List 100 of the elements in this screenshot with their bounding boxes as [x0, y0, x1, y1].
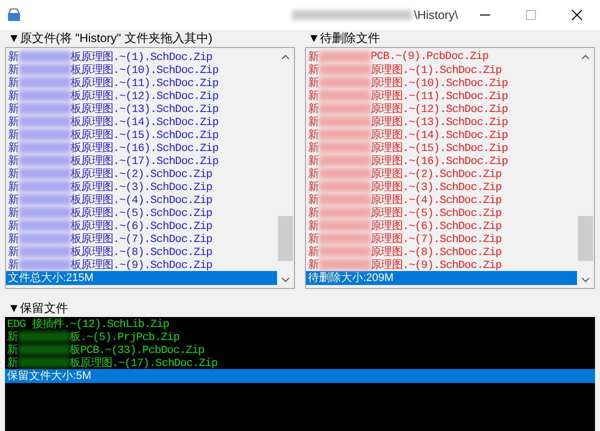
file-name: 新 — [308, 114, 319, 129]
blurred-region — [318, 142, 371, 153]
file-name: 新 — [8, 192, 19, 207]
file-name: 新 — [308, 180, 319, 194]
file-name: 原理图.~(15).SchDoc.Zip — [370, 141, 508, 155]
scroll-thumb[interactable] — [578, 216, 593, 261]
file-name: 原理图.~(12).SchDoc.Zip — [370, 102, 508, 116]
file-name: 板原理图.~(4).SchDoc.Zip — [70, 193, 212, 207]
file-name: 原理图.~(2).SchDoc.Zip — [370, 167, 502, 181]
blurred-region — [318, 90, 371, 101]
file-name: 新 — [8, 128, 19, 142]
file-name: 新 — [8, 244, 19, 259]
blurred-region — [18, 77, 71, 88]
file-name: 新 — [308, 128, 319, 142]
scroll-up-icon[interactable] — [581, 54, 590, 60]
section-label: ▼待删除文件 — [307, 30, 380, 47]
app-icon — [6, 7, 22, 23]
file-name: 板原理图.~(17).SchDoc.Zip — [70, 356, 218, 370]
blurred-region — [18, 181, 71, 192]
blurred-region — [18, 344, 70, 355]
file-name: EDG 接插件.~(12).SchLib.Zip — [7, 316, 170, 331]
blurred-region — [318, 155, 371, 166]
file-name: 新 — [7, 356, 18, 370]
file-name: 板原理图.~(9).SchDoc.Zip — [70, 258, 212, 272]
scroll-down-icon[interactable] — [281, 276, 290, 282]
blurred-region — [318, 77, 371, 88]
blurred-region — [18, 194, 71, 205]
section-label: ▼原文件(将 "History" 文件夹拖入其中) — [7, 30, 212, 47]
file-name: 新 — [308, 50, 319, 64]
file-name: 原理图.~(14).SchDoc.Zip — [370, 128, 508, 142]
file-name: 新 — [308, 258, 319, 272]
file-name: 板原理图.~(1).SchDoc.Zip — [70, 50, 212, 64]
file-name: 新 — [308, 76, 319, 90]
size-summary[interactable]: 文件总大小:215M — [6, 271, 277, 285]
file-name: 新 — [8, 76, 19, 90]
file-name: 板原理图.~(17).SchDoc.Zip — [70, 154, 218, 168]
file-name: 新 — [7, 342, 18, 357]
file-name: 板原理图.~(7).SchDoc.Zip — [70, 232, 212, 246]
close-icon[interactable] — [571, 9, 583, 21]
blurred-region — [18, 220, 71, 231]
blurred-region — [18, 64, 71, 75]
blurred-region — [318, 129, 371, 140]
scroll-up-icon[interactable] — [281, 54, 290, 60]
file-name: 板.~(5).PrjPcb.Zip — [70, 330, 180, 344]
section-label: ▼保留文件 — [7, 300, 68, 317]
file-name: 板PCB.~(33).PcbDoc.Zip — [70, 343, 204, 357]
file-name: PCB.~(9).PcbDoc.Zip — [370, 50, 488, 62]
file-name: 新 — [8, 88, 19, 103]
file-name: 新 — [8, 258, 19, 272]
blurred-region — [18, 331, 70, 342]
scroll-thumb[interactable] — [278, 216, 293, 261]
blurred-region — [18, 129, 71, 140]
file-name: 板原理图.~(8).SchDoc.Zip — [70, 245, 212, 259]
file-name: 板原理图.~(13).SchDoc.Zip — [70, 102, 218, 116]
file-name: 新 — [308, 232, 319, 246]
blurred-region — [18, 259, 71, 270]
file-list[interactable] — [5, 47, 295, 289]
size-summary[interactable]: 待删除大小:209M — [306, 271, 577, 285]
file-name: 原理图.~(6).SchDoc.Zip — [370, 219, 502, 233]
file-name: 板原理图.~(16).SchDoc.Zip — [70, 141, 218, 155]
blurred-region — [318, 103, 371, 114]
file-name: 新 — [308, 206, 319, 220]
file-name: 板原理图.~(10).SchDoc.Zip — [70, 63, 218, 77]
size-summary[interactable]: 保留文件大小:5M — [5, 369, 595, 383]
file-name: 新 — [308, 88, 319, 103]
file-list[interactable]: EDG 接插件.~(12).SchLib.Zip 新 板.~(5).PrjPcb.Zip 新 板PCB.~(33).PcbDoc.Zip 新 板原理图.~(17).SchDoc.Zip 保留文件大小:5M — [5, 317, 595, 431]
scroll-down-icon[interactable] — [581, 276, 590, 282]
file-list[interactable] — [305, 47, 595, 289]
file-name: 新 — [8, 232, 19, 246]
file-name: 板原理图.~(3).SchDoc.Zip — [70, 180, 212, 194]
file-name: 原理图.~(13).SchDoc.Zip — [370, 115, 508, 129]
file-name: 新 — [8, 180, 19, 194]
blurred-region — [18, 207, 71, 218]
blurred-region — [318, 168, 371, 179]
file-name: 原理图.~(8).SchDoc.Zip — [370, 245, 502, 259]
blurred-region — [318, 181, 371, 192]
blurred-region — [18, 168, 71, 179]
file-name: 原理图.~(10).SchDoc.Zip — [370, 76, 508, 90]
blurred-region — [18, 357, 70, 368]
blurred-region — [318, 259, 371, 270]
file-name: 新 — [308, 192, 319, 207]
file-name: 新 — [308, 62, 319, 77]
file-name: 新 — [308, 140, 319, 155]
blurred-region — [318, 116, 371, 127]
blurred-region — [318, 207, 371, 218]
window-title: \History\ — [414, 8, 458, 22]
blurred-region — [18, 103, 71, 114]
blurred-region — [18, 233, 71, 244]
file-name: 原理图.~(7).SchDoc.Zip — [370, 232, 502, 246]
file-name: 板原理图.~(5).SchDoc.Zip — [70, 206, 212, 220]
file-name: 新 — [308, 102, 319, 116]
blurred-region — [18, 116, 71, 127]
file-name: 板原理图.~(2).SchDoc.Zip — [70, 167, 212, 181]
blurred-region — [18, 155, 71, 166]
file-name: 新 — [8, 62, 19, 77]
file-name: 新 — [7, 330, 18, 344]
blurred-region — [318, 64, 371, 75]
file-name: 新 — [8, 140, 19, 155]
blurred-region — [18, 246, 71, 257]
file-name: 新 — [8, 206, 19, 220]
